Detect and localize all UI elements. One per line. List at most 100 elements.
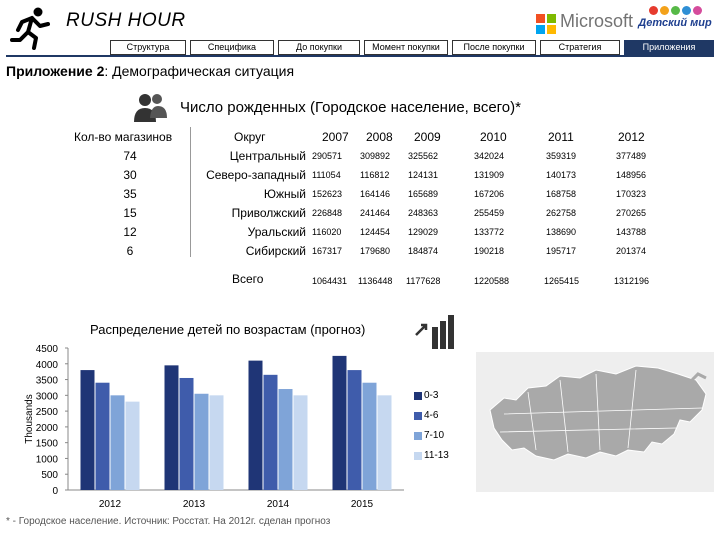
x-tick-label: 2012 — [99, 499, 122, 510]
bar — [332, 355, 347, 490]
table-divider — [190, 127, 191, 257]
y-tick-label: 3500 — [36, 376, 59, 387]
tab-purchase-moment[interactable]: Момент покупки — [364, 40, 448, 55]
table-title: Число рожденных (Городское население, вс… — [180, 99, 521, 116]
birth-count-cell: 359319 — [546, 151, 577, 161]
birth-count-cell: 248363 — [408, 208, 439, 218]
birth-count-cell: 111054 — [312, 170, 341, 180]
partner-name: Детский мир — [638, 17, 712, 29]
birth-count-cell: 152623 — [312, 189, 343, 199]
birth-count-cell: 201374 — [616, 246, 647, 256]
footnote: * - Городское население. Источник: Росст… — [6, 516, 331, 527]
x-tick-label: 2015 — [351, 499, 374, 510]
y-axis-label: Thousands — [24, 394, 35, 443]
birth-count-cell: 377489 — [616, 151, 647, 161]
district-name: Северо-западный — [206, 168, 306, 182]
bar — [377, 395, 392, 490]
district-name: Сибирский — [245, 244, 306, 258]
year-header: 2012 — [618, 130, 645, 144]
total-cell: 1265415 — [544, 276, 580, 286]
store-count: 74 — [123, 149, 137, 163]
district-name: Уральский — [247, 225, 306, 239]
birth-count-cell: 167317 — [312, 246, 343, 256]
birth-count-cell: 262758 — [546, 208, 577, 218]
bar — [179, 377, 194, 490]
store-count: 12 — [123, 225, 137, 239]
legend-swatch — [414, 392, 422, 400]
microsoft-wordmark: Microsoft — [560, 11, 634, 31]
bar-chart-icon — [415, 315, 454, 349]
birth-count-cell: 124454 — [360, 227, 391, 237]
stores-header: Кол-во магазинов — [74, 130, 173, 144]
legend-swatch — [414, 432, 422, 440]
bar — [263, 374, 278, 490]
year-header: 2007 — [322, 130, 349, 144]
birth-count-cell: 167206 — [474, 189, 505, 199]
birth-count-cell: 168758 — [546, 189, 577, 199]
y-tick-label: 4500 — [36, 344, 59, 355]
total-cell: 1220588 — [474, 276, 510, 286]
legend-swatch — [414, 452, 422, 460]
y-tick-label: 0 — [52, 486, 58, 497]
russia-map-icon — [476, 352, 714, 492]
bar — [164, 365, 179, 490]
legend-label: 0-3 — [424, 390, 439, 401]
birth-count-cell: 129029 — [408, 227, 439, 237]
year-header: 2010 — [480, 130, 507, 144]
tab-strategy[interactable]: Стратегия — [540, 40, 620, 55]
total-label: Всего — [232, 272, 264, 286]
y-tick-label: 1000 — [36, 454, 59, 465]
total-cell: 1064431 — [312, 276, 348, 286]
birth-count-cell: 131909 — [474, 170, 505, 180]
store-count: 6 — [126, 244, 134, 258]
birth-count-cell: 140173 — [546, 170, 577, 180]
tab-before-purchase[interactable]: До покупки — [278, 40, 360, 55]
runner-logo-icon — [10, 7, 50, 50]
birth-count-cell: 270265 — [616, 208, 647, 218]
y-tick-label: 500 — [41, 470, 58, 481]
birth-count-cell: 133772 — [474, 227, 505, 237]
birth-count-cell: 164146 — [360, 189, 391, 199]
birth-count-cell: 342024 — [474, 151, 505, 161]
bar — [362, 382, 377, 490]
legend-label: 11-13 — [424, 450, 449, 461]
district-name: Центральный — [229, 149, 306, 163]
birth-count-cell: 255459 — [474, 208, 505, 218]
tab-after-purchase[interactable]: После покупки — [452, 40, 536, 55]
birth-count-cell: 184874 — [408, 246, 439, 256]
y-tick-label: 1500 — [36, 439, 59, 450]
y-tick-label: 2500 — [36, 407, 59, 418]
birth-count-cell: 148956 — [616, 170, 647, 180]
detsky-mir-logo-icon: Детский мир — [636, 6, 714, 40]
brand-title: RUSH HOUR — [66, 10, 186, 31]
birth-count-cell: 165689 — [408, 189, 439, 199]
birth-count-cell: 124131 — [408, 170, 439, 180]
birth-count-cell: 226848 — [312, 208, 343, 218]
district-name: Южный — [263, 187, 306, 201]
bar — [110, 395, 125, 490]
tab-structure[interactable]: Структура — [110, 40, 186, 55]
birth-count-cell: 195717 — [546, 246, 577, 256]
y-tick-label: 3000 — [36, 391, 59, 402]
tab-appendices[interactable]: Приложения — [624, 40, 714, 55]
bar — [293, 395, 308, 490]
age-distribution-chart: 0 500 1000 1500 2000 2500 3000 3500 4000 4500 Thou… — [24, 344, 404, 510]
district-name: Приволжский — [231, 206, 306, 220]
bar — [80, 370, 95, 490]
birth-count-cell: 290571 — [312, 151, 343, 161]
header-divider — [6, 55, 714, 57]
year-header: 2008 — [366, 130, 393, 144]
microsoft-logo-icon — [536, 14, 556, 34]
total-cell: 1136448 — [358, 276, 393, 286]
birth-count-cell: 190218 — [474, 246, 505, 256]
legend-label: 4-6 — [424, 410, 439, 421]
legend-label: 7-10 — [424, 430, 445, 441]
total-cell: 1177628 — [406, 276, 441, 286]
bar — [248, 360, 263, 490]
bar — [95, 382, 110, 490]
x-tick-label: 2013 — [183, 499, 206, 510]
bar — [125, 401, 140, 490]
tab-specifics[interactable]: Специфика — [190, 40, 274, 55]
birth-count-cell: 116812 — [360, 170, 390, 180]
x-tick-label: 2014 — [267, 499, 290, 510]
